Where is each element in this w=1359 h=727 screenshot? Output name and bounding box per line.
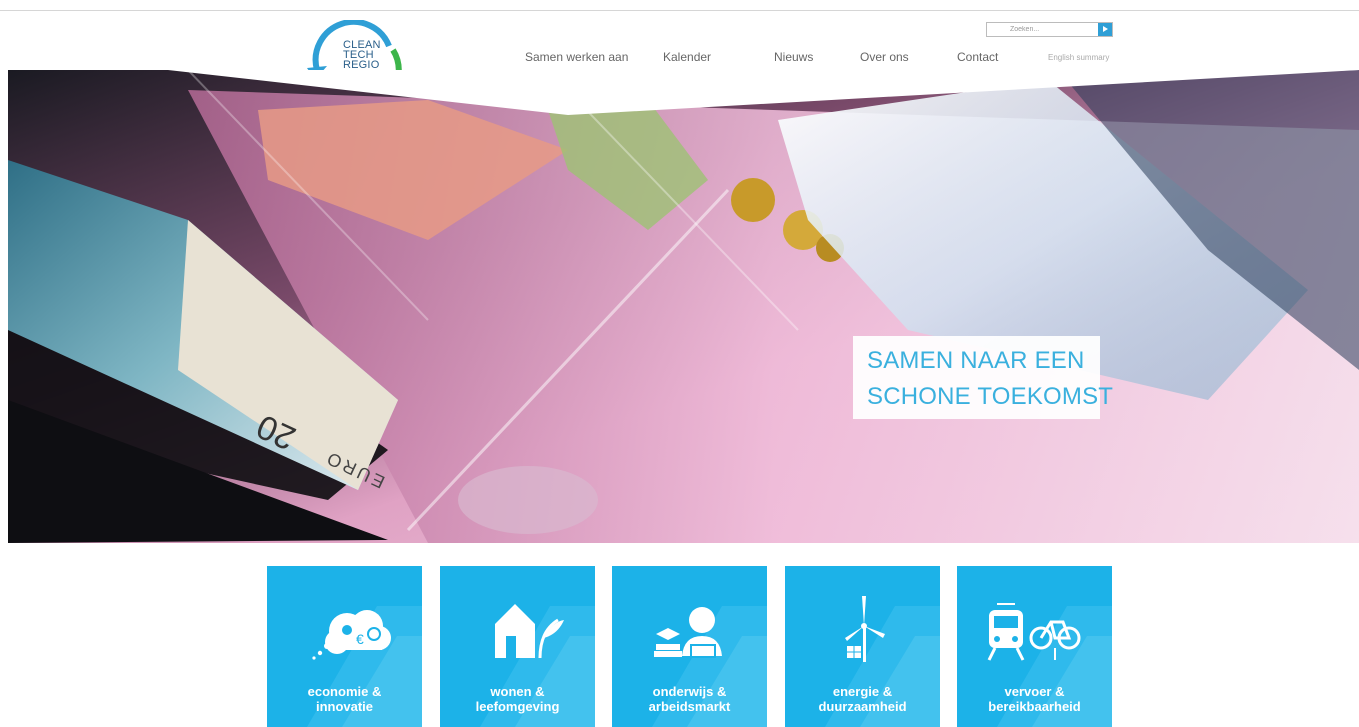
nav-samen-werken-aan[interactable]: Samen werken aan — [525, 50, 628, 64]
tile-label-line-1: economie & — [307, 684, 382, 699]
nav-contact[interactable]: Contact — [957, 50, 998, 64]
student-books-icon — [654, 607, 722, 658]
svg-text:€: € — [356, 631, 364, 647]
top-divider — [0, 10, 1359, 11]
nav-kalender[interactable]: Kalender — [663, 50, 711, 64]
tile-label: onderwijs & arbeidsmarkt — [612, 684, 767, 714]
tile-label-line-1: onderwijs & — [652, 684, 727, 699]
tile-energie-duurzaamheid[interactable]: energie & duurzaamheid — [785, 566, 940, 727]
hero-tagline-line-2: SCHONE TOEKOMST — [867, 383, 1114, 410]
tile-label-line-2: duurzaamheid — [818, 699, 907, 714]
tile-label: economie & innovatie — [267, 684, 422, 714]
cash-drawer-image: 20 EURO — [8, 70, 1359, 543]
tile-label: vervoer & bereikbaarheid — [957, 684, 1112, 714]
nav-over-ons[interactable]: Over ons — [860, 50, 909, 64]
logo-wordmark: CLEAN TECH REGIO — [343, 40, 393, 71]
logo-line-3: REGIO — [343, 59, 380, 71]
tile-vervoer-bereikbaarheid[interactable]: vervoer & bereikbaarheid — [957, 566, 1112, 727]
tile-wonen-leefomgeving[interactable]: wonen & leefomgeving — [440, 566, 595, 727]
tile-label-line-2: innovatie — [315, 699, 374, 714]
tile-label-line-1: wonen & — [490, 684, 545, 699]
house-plant-icon — [495, 604, 564, 659]
tile-label-line-1: energie & — [832, 684, 893, 699]
wind-solar-icon — [845, 596, 885, 662]
tile-label-line-2: leefomgeving — [475, 699, 560, 714]
tile-label: energie & duurzaamheid — [785, 684, 940, 714]
train-bike-icon — [987, 603, 1081, 661]
search-submit-icon[interactable] — [1098, 23, 1112, 36]
tile-label-line-1: vervoer & — [1004, 684, 1065, 699]
search-box — [986, 22, 1113, 37]
hero-tagline-line-1: SAMEN NAAR EEN — [867, 347, 1085, 374]
nav-english-summary[interactable]: English summary — [1048, 53, 1109, 62]
hero-banner: 20 EURO SAMEN NAAR EEN SCHONE TOEKOMST — [8, 70, 1359, 543]
nav-nieuws[interactable]: Nieuws — [774, 50, 813, 64]
tile-label-line-2: arbeidsmarkt — [648, 699, 731, 714]
idea-cloud-icon: € — [312, 610, 391, 660]
search-input[interactable] — [987, 23, 1097, 36]
tile-label: wonen & leefomgeving — [440, 684, 595, 714]
tile-label-line-2: bereikbaarheid — [988, 699, 1081, 714]
tile-onderwijs-arbeidsmarkt[interactable]: onderwijs & arbeidsmarkt — [612, 566, 767, 727]
hero-tagline: SAMEN NAAR EEN SCHONE TOEKOMST — [853, 336, 1114, 419]
tile-economie-innovatie[interactable]: € economie & innovatie — [267, 566, 422, 727]
